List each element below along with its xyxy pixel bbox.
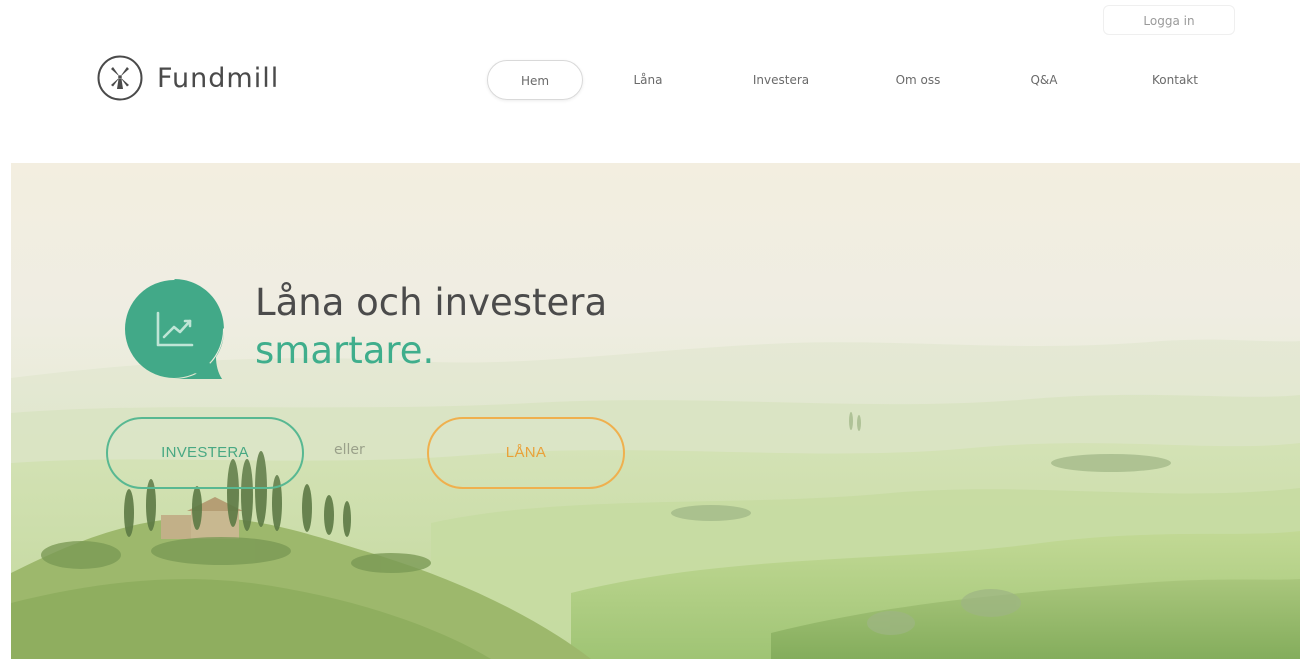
growth-chart-icon bbox=[125, 279, 224, 379]
brand-name: Fundmill bbox=[157, 62, 280, 94]
lana-button[interactable]: LÅNA bbox=[427, 417, 625, 489]
nav-item-om-oss[interactable]: Om oss bbox=[880, 60, 956, 100]
hero-banner: Låna och investera smartare. INVESTERA e… bbox=[11, 163, 1300, 659]
site-header: Logga in Fundmill Hem Låna Investera Om … bbox=[0, 0, 1300, 160]
nav-item-kontakt[interactable]: Kontakt bbox=[1135, 60, 1215, 100]
or-label: eller bbox=[334, 442, 365, 458]
nav-item-lana[interactable]: Låna bbox=[618, 60, 678, 100]
hero-headline: Låna och investera bbox=[255, 281, 608, 324]
nav-item-investera[interactable]: Investera bbox=[736, 60, 826, 100]
landscape-background bbox=[11, 339, 1300, 659]
nav-item-qa[interactable]: Q&A bbox=[1016, 60, 1072, 100]
nav-item-hem[interactable]: Hem bbox=[487, 60, 583, 100]
windmill-icon bbox=[97, 55, 143, 101]
hero-headline-accent: smartare. bbox=[255, 329, 435, 372]
brand-logo[interactable]: Fundmill bbox=[97, 52, 279, 104]
login-button[interactable]: Logga in bbox=[1103, 5, 1235, 35]
investera-button[interactable]: INVESTERA bbox=[106, 417, 304, 489]
